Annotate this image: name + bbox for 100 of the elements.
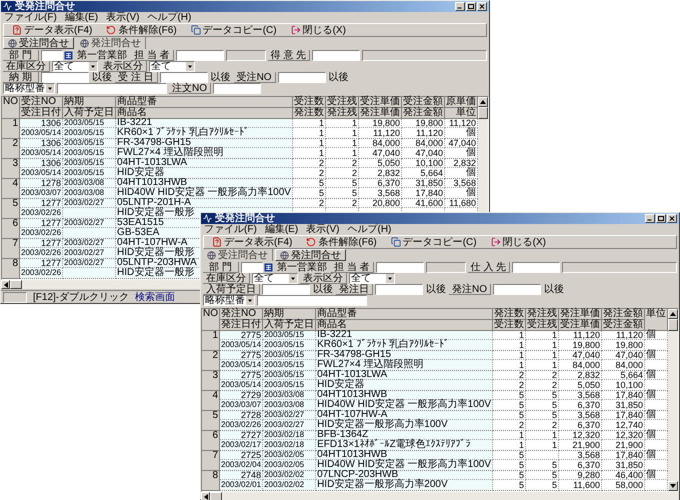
toolbar-button[interactable]: データコピー(C): [388, 236, 479, 248]
status-text: 検索画面: [135, 292, 176, 302]
input-field[interactable]: [257, 295, 368, 306]
globe-icon: [280, 250, 290, 260]
input-field[interactable]: [241, 262, 264, 273]
input-field[interactable]: [41, 72, 89, 83]
column-header: 発注金額: [602, 309, 644, 320]
toolbar-button[interactable]: 閉じる(X): [488, 236, 548, 248]
maximize-button[interactable]: [656, 214, 666, 223]
field-label: 得 意 先: [268, 50, 310, 61]
table-cell: 47,040: [358, 148, 402, 158]
input-field[interactable]: [375, 284, 424, 295]
input-field[interactable]: [57, 83, 167, 94]
scroll-thumb[interactable]: [478, 107, 488, 119]
column-header: 商品型番: [316, 309, 492, 320]
scroll-thumb[interactable]: [668, 319, 678, 331]
field-label: 発注日: [336, 284, 374, 295]
menu-item[interactable]: ヘルプ(H): [147, 12, 192, 23]
caret-icon: [246, 296, 254, 305]
grid-icon[interactable]: [264, 263, 274, 272]
scroll-thumb[interactable]: [10, 280, 22, 289]
table-cell: HID40W HID安定器 一般形高力率100V: [316, 460, 492, 470]
toolbar-button[interactable]: 閉じる(X): [288, 24, 348, 36]
scroll-down-button[interactable]: [668, 481, 678, 491]
input-field[interactable]: [493, 284, 542, 295]
scroll-thumb[interactable]: [210, 492, 222, 500]
tab[interactable]: 発注問合せ: [76, 37, 146, 49]
left-arrow-icon: [4, 282, 8, 288]
menu-item[interactable]: ヘルプ(H): [348, 224, 392, 235]
scroll-up-button[interactable]: [668, 309, 678, 319]
table-cell: 04HT-107HW-A: [316, 410, 492, 420]
table-cell: 04HT1013HWB: [316, 450, 492, 460]
input-field[interactable]: [213, 83, 261, 94]
field-label: 表示区分: [300, 273, 348, 284]
menu-item[interactable]: 編集(E): [64, 12, 98, 23]
close-button[interactable]: [667, 214, 677, 223]
table-cell: 2: [292, 168, 326, 178]
menu-item[interactable]: 表示(V): [306, 224, 340, 235]
input-field[interactable]: [176, 50, 224, 61]
input-field[interactable]: [41, 50, 63, 61]
table-cell: HID安定器一般形高力率100V: [316, 420, 492, 430]
field-suffix: 以後: [425, 284, 448, 295]
minimize-button[interactable]: [645, 214, 655, 223]
field-suffix: 以後: [91, 72, 113, 83]
input-field[interactable]: [262, 284, 310, 295]
table-cell: 個: [444, 188, 478, 198]
scroll-left-button[interactable]: [1, 280, 10, 289]
table-cell: HID安定器: [316, 380, 492, 390]
row-number: 7: [202, 450, 220, 470]
dropdown[interactable]: 全て: [349, 273, 396, 284]
field-label: 担 当 者: [131, 50, 174, 61]
toolbar-button[interactable]: データ表示(F4): [210, 236, 294, 248]
tab[interactable]: 受注問合せ: [203, 249, 274, 261]
table-cell: IB-3221: [316, 330, 492, 340]
scroll-left-button[interactable]: [201, 492, 210, 500]
column-header: NO: [2, 97, 20, 118]
pulse-icon: [3, 2, 12, 11]
column-header: 受注残: [325, 97, 358, 108]
close-icon: [669, 216, 675, 221]
menu-item[interactable]: 表示(V): [106, 12, 140, 23]
dropdown[interactable]: 全て: [252, 273, 298, 284]
table-cell: BFB-1364Z: [316, 430, 492, 440]
field-label: 入荷予定日: [203, 284, 260, 295]
field-label: 納 期: [3, 72, 39, 83]
copy-icon: [390, 237, 401, 247]
toolbar-button[interactable]: 条件解除(F6): [104, 24, 179, 36]
grid-icon[interactable]: [64, 51, 73, 60]
table-cell: 1: [292, 148, 326, 158]
toolbar-button[interactable]: データコピー(C): [188, 24, 279, 36]
minimize-button[interactable]: [454, 2, 465, 11]
field-label: 受注NO: [234, 72, 276, 83]
close-button[interactable]: [476, 2, 487, 11]
toolbar-button[interactable]: 条件解除(F6): [304, 236, 379, 248]
table-cell: 5,664: [401, 168, 444, 178]
dropdown[interactable]: 全て: [149, 61, 195, 72]
maximize-button[interactable]: [466, 2, 476, 11]
tab[interactable]: 受注問合せ: [3, 37, 74, 49]
display-field: [426, 262, 466, 273]
up-arrow-icon: [480, 100, 486, 104]
scroll-up-button[interactable]: [478, 97, 488, 107]
tab[interactable]: 発注問合せ: [275, 249, 346, 261]
input-field[interactable]: [278, 72, 326, 83]
column-header: 受注NO: [20, 97, 63, 108]
dropdown[interactable]: 全て: [52, 61, 98, 72]
dropdown[interactable]: 略称型番: [3, 83, 55, 94]
toolbar-button[interactable]: データ表示(F4): [10, 24, 94, 36]
input-field[interactable]: [376, 262, 424, 273]
row-number: 6: [202, 430, 220, 450]
menu-item[interactable]: ファイル(F): [4, 12, 57, 23]
table-cell: FR-34798-GH15: [116, 138, 292, 148]
input-field[interactable]: [160, 72, 208, 83]
column-header: 商品型番: [116, 97, 292, 108]
input-field[interactable]: [512, 262, 560, 273]
table-cell: 3,568: [358, 188, 402, 198]
row-number: 4: [2, 178, 20, 198]
column-header: 受注残: [526, 320, 558, 330]
dropdown[interactable]: 略称型番: [203, 295, 256, 306]
table-cell: 1: [325, 128, 358, 138]
input-field[interactable]: [312, 50, 360, 61]
globe-icon: [8, 38, 17, 48]
